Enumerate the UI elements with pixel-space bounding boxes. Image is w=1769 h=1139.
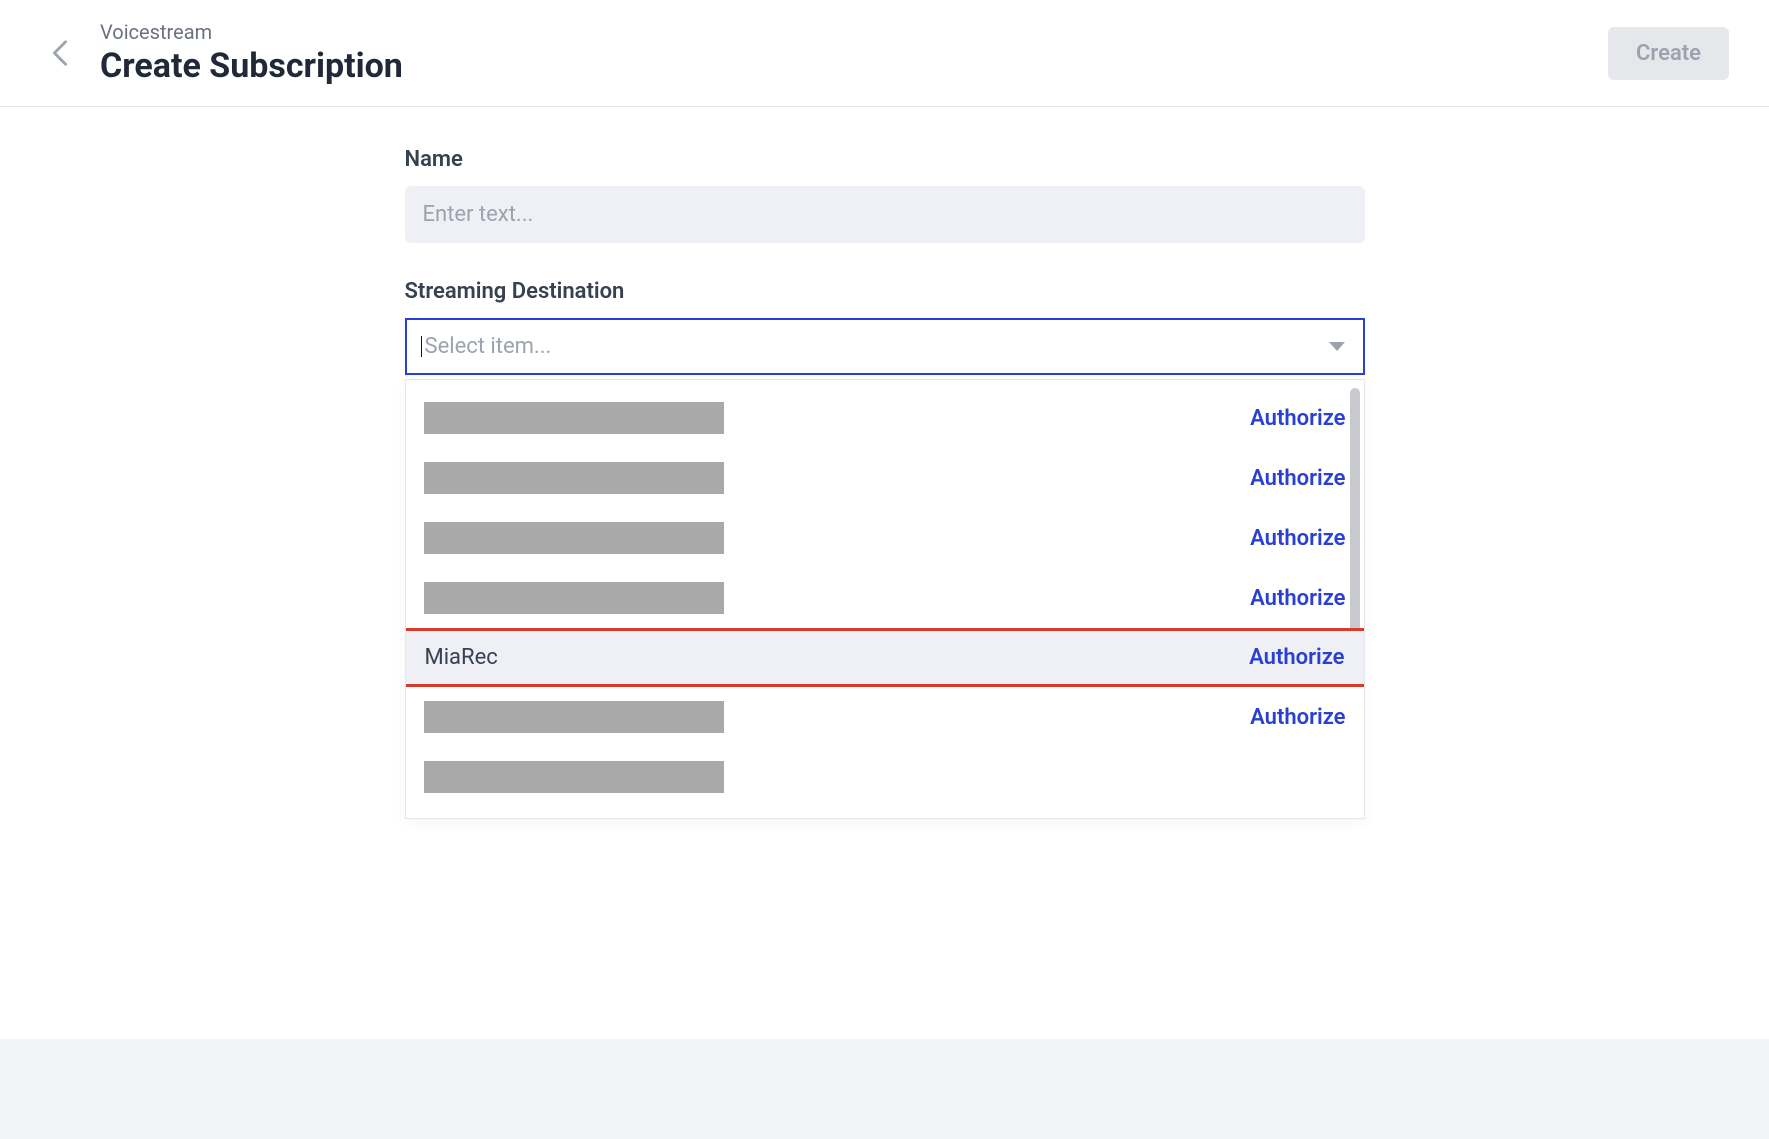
main-content: Name Streaming Destination Select item..… — [0, 107, 1769, 375]
caret-down-icon — [1329, 342, 1345, 352]
create-button[interactable]: Create — [1608, 27, 1729, 80]
scrollbar[interactable] — [1350, 388, 1360, 664]
destination-label: Streaming Destination — [405, 279, 1365, 304]
select-placeholder: Select item... — [425, 334, 552, 359]
form-container: Name Streaming Destination Select item..… — [405, 147, 1365, 375]
dropdown-item[interactable]: Authorize — [406, 448, 1364, 508]
authorize-link[interactable]: Authorize — [1250, 406, 1345, 431]
destination-dropdown: AuthorizeAuthorizeAuthorizeAuthorizeMiaR… — [405, 379, 1365, 819]
redacted-label — [424, 522, 724, 554]
page-title: Create Subscription — [100, 46, 403, 86]
dropdown-item[interactable]: Authorize — [406, 388, 1364, 448]
back-button[interactable] — [50, 39, 70, 67]
redacted-label — [424, 402, 724, 434]
title-group: Voicestream Create Subscription — [100, 20, 403, 86]
page-header: Voicestream Create Subscription Create — [0, 0, 1769, 107]
destination-select[interactable]: Select item... — [405, 318, 1365, 375]
dropdown-item-miarec[interactable]: MiaRec Authorize — [405, 628, 1365, 687]
text-cursor — [421, 336, 422, 357]
dropdown-item[interactable] — [406, 747, 1364, 807]
authorize-link[interactable]: Authorize — [1250, 466, 1345, 491]
footer-band — [0, 1039, 1769, 1139]
authorize-link[interactable]: Authorize — [1250, 526, 1345, 551]
dropdown-item[interactable]: Authorize — [406, 687, 1364, 747]
authorize-link[interactable]: Authorize — [1250, 586, 1345, 611]
authorize-link[interactable]: Authorize — [1250, 705, 1345, 730]
dropdown-list: AuthorizeAuthorizeAuthorizeAuthorizeMiaR… — [406, 380, 1364, 819]
dropdown-item[interactable]: Authorize — [406, 568, 1364, 628]
dropdown-item[interactable]: Authorize — [406, 807, 1364, 819]
breadcrumb: Voicestream — [100, 20, 403, 44]
authorize-link[interactable]: Authorize — [1249, 645, 1344, 670]
chevron-left-icon — [50, 39, 70, 67]
redacted-label — [424, 582, 724, 614]
redacted-label — [424, 701, 724, 733]
redacted-label — [424, 761, 724, 793]
name-label: Name — [405, 147, 1365, 172]
redacted-label — [424, 462, 724, 494]
dropdown-item[interactable]: Authorize — [406, 508, 1364, 568]
dropdown-item-label: MiaRec — [425, 645, 498, 670]
destination-select-wrapper: Select item... AuthorizeAuthorizeAuthori… — [405, 318, 1365, 375]
name-input[interactable] — [405, 186, 1365, 243]
header-left: Voicestream Create Subscription — [50, 20, 403, 86]
